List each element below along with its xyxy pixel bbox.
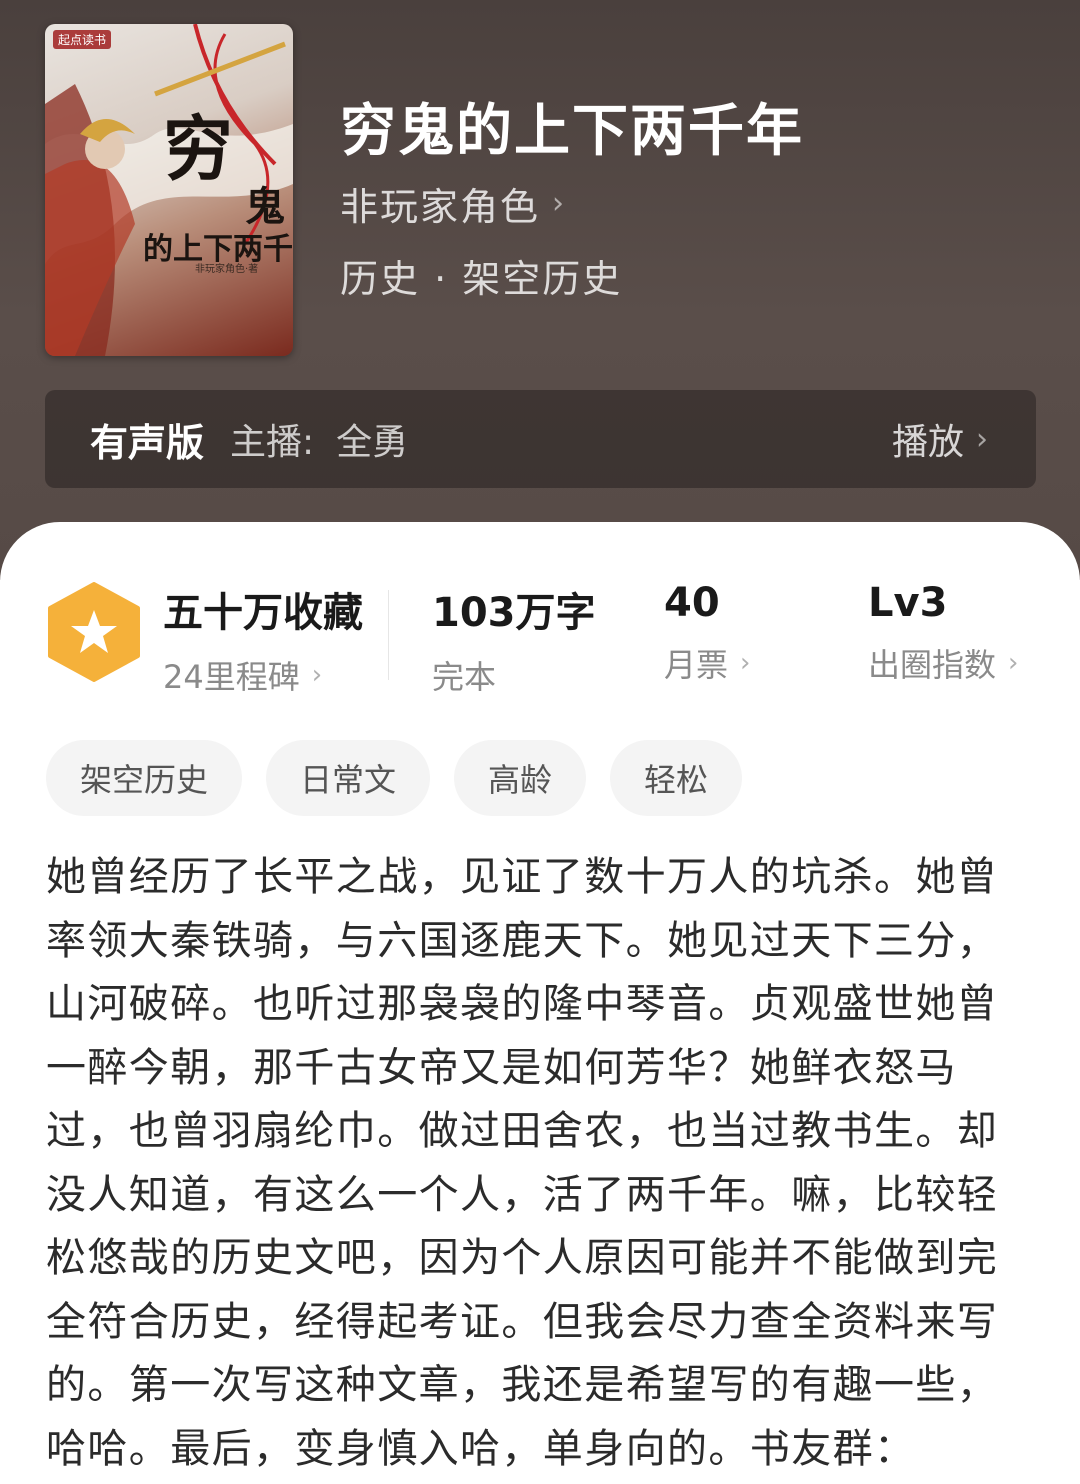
completion-status: 完本 <box>432 658 497 696</box>
cover-brand-label: 起点读书 <box>53 30 112 49</box>
description-line: 她曾经历了长平之战，见证了数十万人的坑杀。她曾 <box>46 854 999 900</box>
book-header: 起点读书 穷 鬼 的上下两千年 非玩家角色·著 穷鬼的上下两千年 非玩家角色 ›… <box>0 0 1080 580</box>
audio-version-bar[interactable]: 有声版 主播: 全勇 播放 › <box>45 390 1036 488</box>
favorites-count: 五十万收藏 <box>163 590 363 636</box>
description-line: 全符合历史，经得起考证。但我会尽力查全资料来写 <box>46 1298 999 1345</box>
chevron-right-icon: › <box>1008 648 1019 678</box>
tag-chip[interactable]: 架空历史 <box>46 740 243 816</box>
monthly-votes-value: 40 <box>664 580 720 626</box>
author-name: 非玩家角色 <box>340 185 541 229</box>
audio-version-label: 有声版 <box>90 420 205 465</box>
chevron-right-icon: › <box>311 660 323 690</box>
popularity-index-stat[interactable]: Lv3 出圈指数 › <box>868 580 1018 686</box>
book-title: 穷鬼的上下两千年 <box>340 99 804 164</box>
description-line: 山河破碎。也听过那袅袅的隆中琴音。贞观盛世她曾 <box>46 981 999 1027</box>
chevron-right-icon: › <box>976 421 988 457</box>
cover-author: 非玩家角色·著 <box>195 264 259 275</box>
chevron-right-icon: › <box>552 186 565 221</box>
milestones-label: 24里程碑 <box>163 658 300 696</box>
word-count-stat: 103万字 完本 <box>432 580 596 698</box>
play-button[interactable]: 播放 › <box>892 413 988 465</box>
host-name: 全勇 <box>336 422 409 463</box>
word-count: 103万字 <box>432 590 596 636</box>
description-line: 没人知道，有这么一个人，活了两千年。嘛，比较轻 <box>46 1171 999 1218</box>
star-hexagon-icon[interactable] <box>46 582 142 682</box>
tag-chip[interactable]: 轻松 <box>610 740 743 816</box>
book-cover[interactable]: 起点读书 穷 鬼 的上下两千年 非玩家角色·著 <box>45 24 293 356</box>
play-label: 播放 <box>891 422 964 463</box>
description-line: 一醉今朝，那千古女帝又是如何芳华？她鲜衣怒马 <box>46 1044 957 1091</box>
favorites-stat[interactable]: 五十万收藏 24里程碑 › <box>163 580 363 698</box>
description-line: 率领大秦铁骑，与六国逐鹿天下。她见过天下三分， <box>46 917 999 964</box>
monthly-votes-label: 月票 <box>664 646 729 684</box>
description-line: 的。第一次写这种文章，我还是希望写的有趣一些， <box>46 1362 999 1408</box>
author-link[interactable]: 非玩家角色 › <box>340 176 564 231</box>
popularity-level: Lv3 <box>868 580 948 626</box>
host-prefix: 主播: <box>230 422 315 463</box>
tag-chip[interactable]: 高龄 <box>454 740 587 816</box>
cover-title-char: 穷 <box>163 107 233 190</box>
stats-divider <box>388 590 389 680</box>
tag-list: 架空历史 日常文 高龄 轻松 <box>46 740 743 816</box>
chevron-right-icon: › <box>740 648 751 678</box>
book-description[interactable]: 她曾经历了长平之战，见证了数十万人的坑杀。她曾 率领大秦铁骑，与六国逐鹿天下。她… <box>46 846 1036 1481</box>
book-genre: 历史 · 架空历史 <box>340 257 623 301</box>
popularity-index-label: 出圈指数 <box>868 646 997 684</box>
description-line: 哈哈。最后，变身慎入哈，单身向的。书友群： <box>46 1425 916 1472</box>
tag-chip[interactable]: 日常文 <box>266 740 431 816</box>
description-line: 过，也曾羽扇纶巾。做过田舍农，也当过教书生。却 <box>46 1108 999 1154</box>
description-line: 松悠哉的历史文吧，因为个人原因可能并不能做到完 <box>46 1235 999 1281</box>
monthly-votes-stat[interactable]: 40 月票 › <box>664 580 750 686</box>
